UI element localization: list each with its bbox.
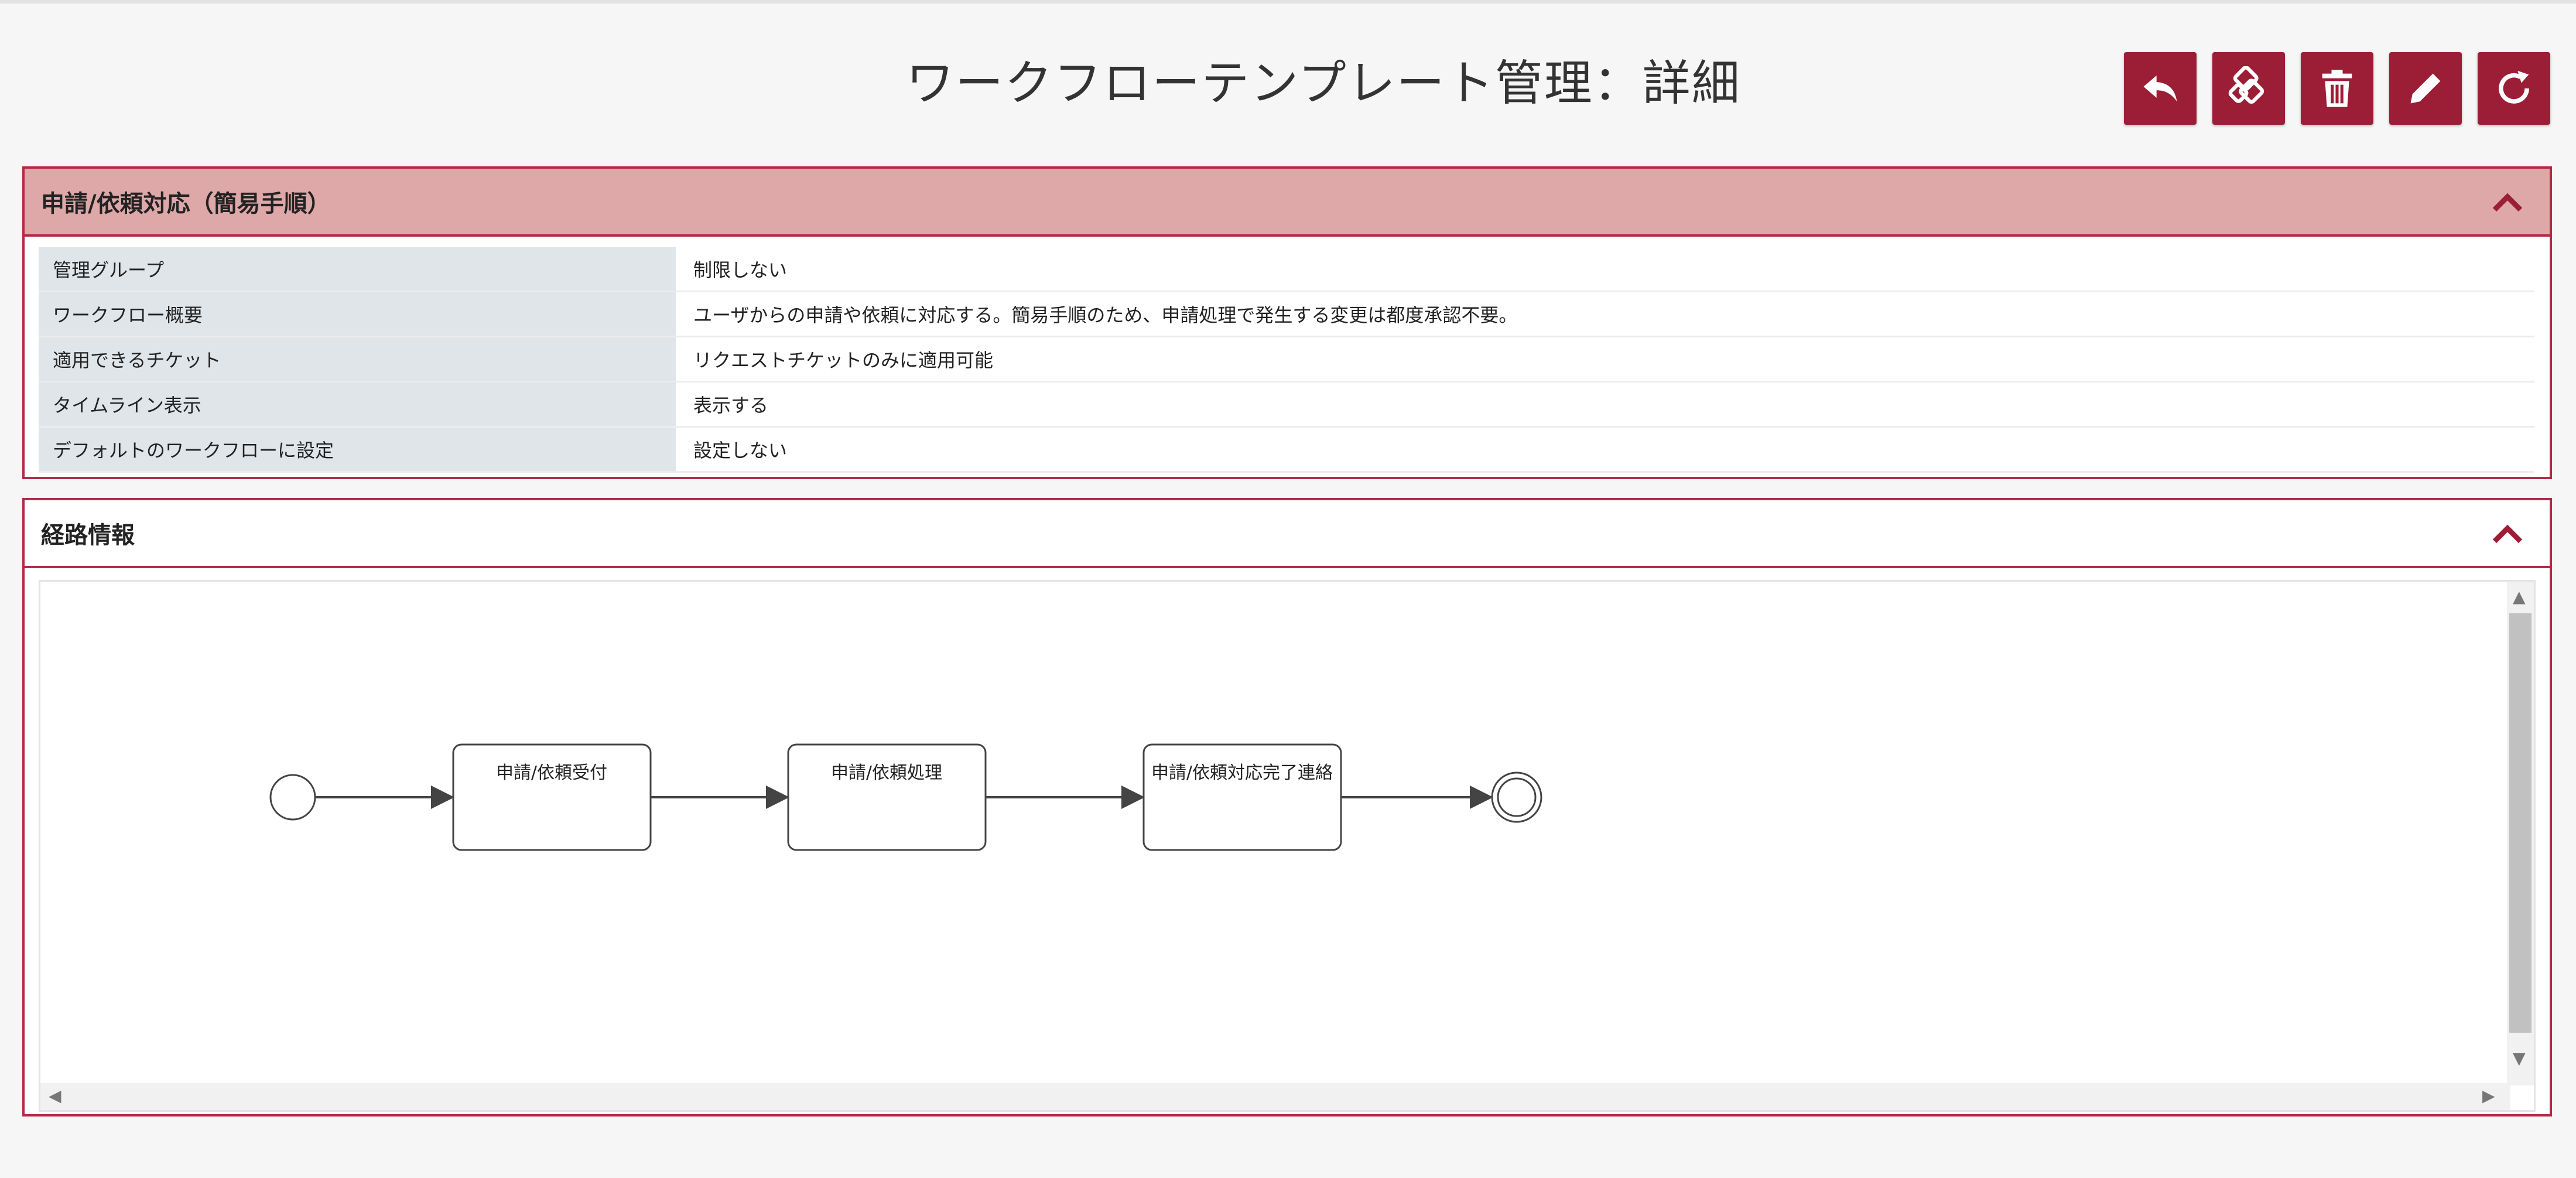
panel-header: 経路情報	[25, 500, 2550, 568]
task-node[interactable]	[452, 743, 652, 851]
info-table: 管理グループ 制限しない ワークフロー概要 ユーザからの申請や依頼に対応する。簡…	[39, 247, 2534, 473]
chevron-up-icon[interactable]	[2490, 518, 2525, 551]
task-node-label: 申請/依頼処理	[831, 763, 942, 783]
task-node-label: 申請/依頼対応完了連絡	[1151, 763, 1333, 783]
row-value: 表示する	[676, 381, 2534, 428]
row-label: 管理グループ	[39, 247, 676, 292]
refresh-button[interactable]	[2478, 52, 2550, 125]
scroll-right-icon[interactable]: ▶	[2482, 1088, 2495, 1104]
row-value: 制限しない	[676, 247, 2534, 292]
row-label: デフォルトのワークフローに設定	[39, 426, 676, 473]
delete-button[interactable]	[2301, 52, 2373, 125]
workflow-info-panel: 申請/依頼対応（簡易手順） 管理グループ 制限しない ワークフロー概要 ユーザか…	[22, 166, 2552, 479]
workflow-diagram: 申請/依頼受付 申請/依頼処理 申請/依頼対応完了連絡	[269, 743, 1542, 851]
reply-icon	[2143, 75, 2177, 102]
refresh-icon	[2499, 70, 2529, 104]
row-label: 適用できるチケット	[39, 336, 676, 383]
copy-button[interactable]	[2212, 52, 2285, 125]
vertical-scrollbar[interactable]: ▲ ▼	[2507, 582, 2534, 1085]
end-event-inner	[1497, 777, 1537, 817]
route-info-panel: 経路情報 申請/依頼受付 申請/依頼処理 申請/依頼対応完了連絡 ▲ ▼ ◀ ▶	[22, 498, 2552, 1116]
table-row: 管理グループ 制限しない	[39, 247, 2534, 292]
row-label: タイムライン表示	[39, 381, 676, 428]
chevron-up-icon[interactable]	[2490, 186, 2525, 219]
scroll-left-icon[interactable]: ◀	[49, 1088, 61, 1104]
top-border	[0, 0, 2576, 4]
row-label: ワークフロー概要	[39, 291, 676, 337]
scroll-down-icon[interactable]: ▼	[2513, 1050, 2526, 1067]
table-row: 適用できるチケット リクエストチケットのみに適用可能	[39, 336, 2534, 383]
row-value: リクエストチケットのみに適用可能	[676, 336, 2534, 383]
panel-title: 経路情報	[41, 522, 135, 549]
vertical-scroll-thumb[interactable]	[2509, 613, 2531, 1033]
toolbar	[2124, 52, 2550, 125]
table-row: ワークフロー概要 ユーザからの申請や依頼に対応する。簡易手順のため、申請処理で発…	[39, 291, 2534, 337]
row-value: 設定しない	[676, 426, 2534, 473]
duplicate-icon	[2228, 66, 2264, 104]
task-node[interactable]	[787, 743, 987, 851]
table-row: デフォルトのワークフローに設定 設定しない	[39, 426, 2534, 473]
table-row: タイムライン表示 表示する	[39, 381, 2534, 428]
task-node-label: 申請/依頼受付	[496, 763, 607, 783]
horizontal-scrollbar[interactable]: ◀ ▶	[40, 1083, 2510, 1110]
row-value: ユーザからの申請や依頼に対応する。簡易手順のため、申請処理で発生する変更は都度承…	[676, 291, 2534, 337]
back-button[interactable]	[2124, 52, 2197, 125]
task-node[interactable]	[1142, 743, 1342, 851]
start-event	[269, 774, 316, 821]
pencil-icon	[2410, 73, 2441, 104]
scroll-up-icon[interactable]: ▲	[2513, 589, 2526, 605]
workflow-diagram-viewport[interactable]: 申請/依頼受付 申請/依頼処理 申請/依頼対応完了連絡 ▲ ▼ ◀ ▶	[39, 580, 2536, 1112]
edit-button[interactable]	[2389, 52, 2462, 125]
panel-header: 申請/依頼対応（簡易手順）	[25, 169, 2550, 237]
trash-icon	[2322, 70, 2352, 107]
panel-title: 申請/依頼対応（簡易手順）	[41, 190, 331, 217]
